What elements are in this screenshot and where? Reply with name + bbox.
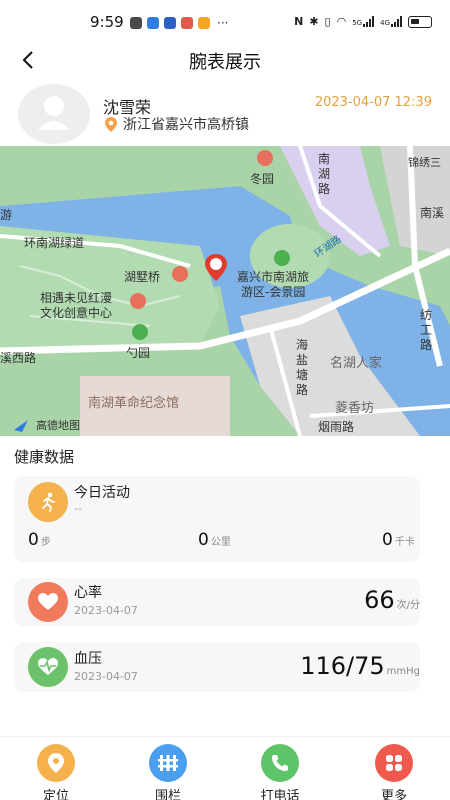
health-section: 健康数据 今日活动 -- 0 步 0 公里 0 千卡 心率 2023-04-07… (0, 436, 450, 736)
nav-label: 定位 (42, 789, 69, 800)
fence-icon (149, 744, 187, 782)
battery-icon (408, 15, 432, 28)
notification-icons: ··· (130, 16, 228, 30)
distance-stat: 0 公里 (198, 530, 231, 550)
poi-marker[interactable] (172, 266, 188, 282)
map-label: 文化创意中心 (40, 306, 113, 320)
blood-pressure-unit: mmHg (386, 666, 420, 677)
nfc-icon: N (294, 15, 304, 28)
blood-pressure-title: 血压 (74, 651, 102, 667)
status-bar: 9:59 ··· N ✱ ▯ ◠ 5G 4G (0, 0, 450, 44)
steps-stat: 0 步 (28, 530, 51, 550)
heart-rate-value: 66 (364, 586, 395, 614)
blood-pressure-reading: 116/75 mmHg (300, 652, 420, 680)
map-label: 勺园 (126, 346, 151, 360)
poi-marker[interactable] (257, 150, 273, 166)
activity-subtitle: -- (74, 502, 82, 515)
avatar[interactable] (18, 84, 90, 144)
map-label: 南湖革命纪念馆 (88, 396, 180, 411)
map-label: 游区-会景园 (241, 285, 306, 299)
bottom-nav: 定位 围栏 打电话 更多 (0, 736, 450, 800)
location-pin-icon (105, 116, 117, 132)
user-silhouette-icon (38, 96, 70, 130)
app-notification-icon (198, 17, 210, 29)
map-label: 路 (420, 338, 433, 352)
signal-4g-icon: 4G (380, 16, 402, 27)
activity-card[interactable]: 今日活动 -- 0 步 0 公里 0 千卡 (14, 476, 420, 562)
bluetooth-icon: ✱ (309, 15, 319, 28)
system-icons: N ✱ ▯ ◠ 5G 4G (294, 15, 432, 28)
app-notification-icon (147, 17, 159, 29)
blood-pressure-card[interactable]: 血压 2023-04-07 116/75 mmHg (14, 642, 420, 692)
grid-more-icon (375, 744, 413, 782)
poi-marker[interactable] (132, 324, 148, 340)
app-header: 腕表展示 (0, 44, 450, 76)
map-label: 名湖人家 (330, 356, 383, 371)
calories-unit: 千卡 (394, 537, 415, 548)
map-label: 溪西路 (0, 351, 37, 365)
map-label: 游 (0, 208, 13, 222)
running-icon (28, 482, 68, 522)
signal-5g-icon: 5G (352, 16, 375, 27)
more-notifications: ··· (217, 16, 229, 30)
map-label: 菱香坊 (335, 401, 375, 416)
status-time: 9:59 (90, 13, 124, 31)
distance-unit: 公里 (210, 537, 231, 548)
heart-rate-date: 2023-04-07 (74, 604, 138, 617)
phone-icon (261, 744, 299, 782)
map-label: 锦绣三 (408, 156, 441, 169)
profile-card: 沈雪荣 浙江省嘉兴市高桥镇 2023-04-07 12:39 (0, 76, 450, 146)
blood-pressure-date: 2023-04-07 (74, 670, 138, 683)
nav-item-more[interactable]: 更多 (354, 744, 434, 800)
steps-value: 0 (28, 530, 39, 550)
app-notification-icon (181, 17, 193, 29)
map-label: 烟雨路 (318, 420, 355, 434)
steps-unit: 步 (40, 537, 51, 548)
heart-icon (28, 582, 68, 622)
nav-item-location[interactable]: 定位 (16, 744, 96, 800)
app-notification-icon (130, 17, 142, 29)
activity-title: 今日活动 (74, 485, 130, 501)
heart-pulse-icon (28, 647, 68, 687)
page-title: 腕表展示 (189, 52, 261, 73)
map-label: 路 (296, 383, 309, 397)
distance-value: 0 (198, 530, 209, 550)
nav-item-fence[interactable]: 围栏 (128, 744, 208, 800)
map-label: 路 (318, 182, 331, 196)
location-pin-icon (37, 744, 75, 782)
nav-label: 更多 (380, 789, 407, 800)
wifi-icon: ◠ (336, 15, 347, 28)
app-notification-icon (164, 17, 176, 29)
heart-rate-card[interactable]: 心率 2023-04-07 66 次/分 (14, 578, 420, 626)
heart-rate-reading: 66 次/分 (364, 586, 420, 614)
map-label: 冬园 (250, 172, 275, 186)
map-label: 南溪 (420, 206, 445, 220)
map-logo-text: 高德地图 (36, 419, 80, 432)
update-datetime: 2023-04-07 12:39 (314, 95, 432, 110)
location-map[interactable]: 环南湖绿道 湖墅桥 相遇未见红漫 文化创意中心 勺园 冬园 南 湖 路 嘉兴市南… (0, 146, 450, 436)
heart-rate-title: 心率 (74, 585, 102, 601)
poi-marker[interactable] (130, 293, 146, 309)
nav-label: 围栏 (154, 789, 181, 800)
nav-label: 打电话 (260, 789, 300, 800)
nav-item-call[interactable]: 打电话 (240, 744, 320, 800)
poi-marker[interactable] (274, 250, 290, 266)
location-text: 浙江省嘉兴市高桥镇 (123, 117, 249, 133)
section-title: 健康数据 (14, 448, 75, 466)
calories-stat: 0 千卡 (382, 530, 415, 550)
map-label: 环南湖绿道 (24, 236, 85, 250)
heart-rate-unit: 次/分 (396, 600, 420, 611)
amap-logo-icon (14, 420, 28, 432)
map-label: 湖墅桥 (124, 270, 161, 284)
blood-pressure-value: 116/75 (300, 652, 385, 680)
location-row: 浙江省嘉兴市高桥镇 (105, 114, 249, 134)
vibrate-icon: ▯ (324, 15, 331, 28)
calories-value: 0 (382, 530, 393, 550)
